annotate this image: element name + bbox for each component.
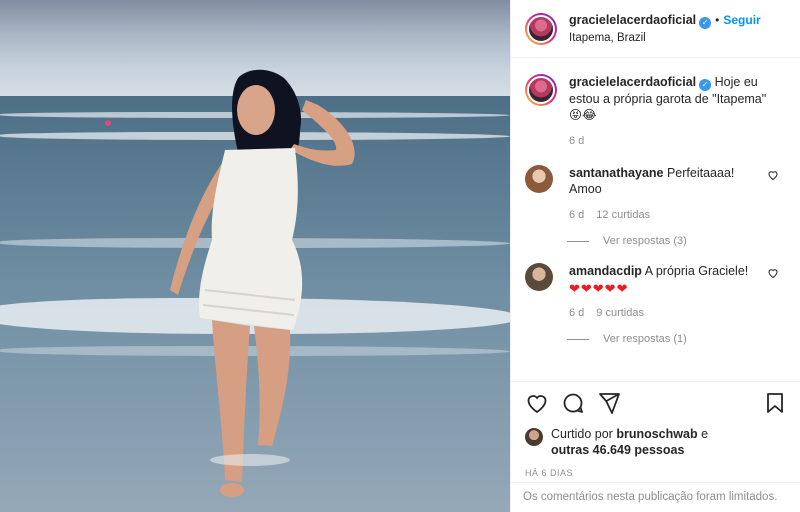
commenter-avatar[interactable]	[525, 165, 553, 193]
liker-avatar[interactable]	[525, 428, 543, 446]
follow-button[interactable]: Seguir	[723, 13, 760, 27]
comment-row: amandacdip A própria Graciele! ❤❤❤❤❤ 6 d…	[525, 263, 787, 319]
likes-prefix: Curtido por	[551, 427, 613, 441]
comment-time[interactable]: 6 d	[569, 307, 584, 319]
instagram-post: gracielelacerdaoficial ✓ • Seguir Itapema, …	[0, 0, 800, 512]
heart-icon[interactable]	[525, 391, 549, 415]
post-timestamp[interactable]: HÁ 6 DIAS	[525, 468, 787, 478]
location-link[interactable]: Itapema, Brazil	[569, 32, 761, 44]
post-actions: Curtido por brunoschwab e outras 46.649 …	[511, 381, 800, 486]
separator: •	[715, 13, 720, 27]
post-header: gracielelacerdaoficial ✓ • Seguir Itapema, …	[511, 0, 800, 58]
view-replies-label: Ver respostas (1)	[603, 333, 687, 345]
comment-likes[interactable]: 12 curtidas	[596, 209, 650, 221]
post-photo[interactable]	[0, 0, 510, 512]
share-icon[interactable]	[597, 391, 621, 415]
caption-username[interactable]: gracielelacerdaoficial	[569, 75, 696, 89]
caption-row: gracielelacerdaoficial ✓ Hoje eu estou a …	[525, 74, 787, 147]
like-comment-heart-icon[interactable]	[767, 169, 779, 181]
comment-emoji: ❤❤❤❤❤	[569, 281, 629, 296]
comments-limited-notice: Os comentários nesta publicação foram li…	[511, 482, 800, 512]
author-username[interactable]: gracielelacerdaoficial	[569, 13, 696, 27]
likes-summary: Curtido por brunoschwab e outras 46.649 …	[525, 426, 787, 458]
comment-username[interactable]: amandacdip	[569, 264, 642, 278]
comment-time[interactable]: 6 d	[569, 209, 584, 221]
verified-badge-icon: ✓	[699, 79, 712, 91]
likes-count-link[interactable]: outras 46.649 pessoas	[551, 443, 684, 457]
caption-time[interactable]: 6 d	[569, 135, 584, 147]
view-replies-label: Ver respostas (3)	[603, 235, 687, 247]
comment-row: santanathayane Perfeitaaaa! Amoo 6 d 12 c…	[525, 165, 787, 221]
liker-username[interactable]: brunoschwab	[616, 427, 697, 441]
post-side-panel: gracielelacerdaoficial ✓ • Seguir Itapema, …	[510, 0, 800, 512]
author-avatar[interactable]	[525, 12, 557, 45]
verified-badge-icon: ✓	[699, 17, 712, 29]
likes-conjunction: e	[701, 427, 709, 441]
comment-username[interactable]: santanathayane	[569, 166, 663, 180]
comment-text: A própria Graciele!	[644, 264, 749, 278]
comments-list: gracielelacerdaoficial ✓ Hoje eu estou a …	[511, 60, 800, 380]
bookmark-icon[interactable]	[763, 391, 787, 415]
view-replies-button[interactable]: Ver respostas (1)	[567, 333, 787, 345]
like-comment-heart-icon[interactable]	[767, 267, 779, 279]
caption-avatar[interactable]	[525, 74, 557, 106]
woman-figure	[105, 69, 355, 497]
view-replies-button[interactable]: Ver respostas (3)	[567, 235, 787, 247]
commenter-avatar[interactable]	[525, 263, 553, 291]
comment-icon[interactable]	[561, 391, 585, 415]
comment-likes[interactable]: 9 curtidas	[596, 307, 644, 319]
